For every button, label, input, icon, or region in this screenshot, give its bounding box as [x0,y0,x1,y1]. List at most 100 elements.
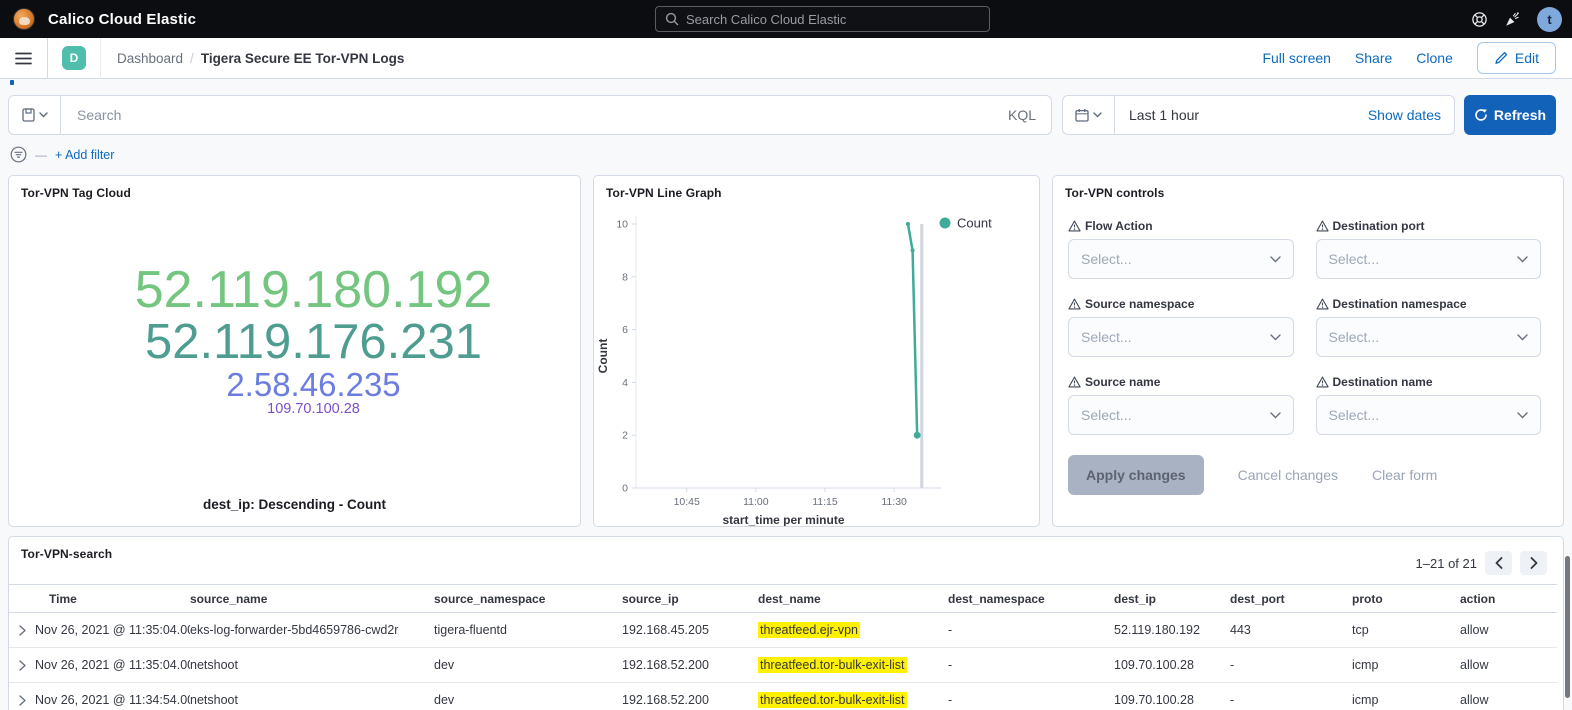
calendar-icon [1075,108,1089,122]
svg-text:11:30: 11:30 [881,496,907,508]
kql-syntax-toggle[interactable]: KQL [1008,107,1036,123]
query-input-placeholder[interactable]: Search [77,107,121,123]
chevron-down-icon [39,112,48,118]
cell-dest-port: - [1230,683,1352,710]
tag-cloud-term[interactable]: 109.70.100.28 [267,402,360,417]
refresh-button[interactable]: Refresh [1464,95,1556,135]
newsfeed-party-popper-icon[interactable] [1504,11,1521,28]
previous-page-button[interactable] [1485,551,1512,575]
column-header-dest-port[interactable]: dest_port [1230,585,1352,613]
cancel-changes-button[interactable]: Cancel changes [1238,467,1338,483]
cell-dest-namespace: - [948,648,1114,683]
column-header-action[interactable]: action [1460,585,1557,613]
breadcrumb: Dashboard / Tigera Secure EE Tor-VPN Log… [117,51,404,66]
chevron-down-icon [1517,412,1528,419]
cell-dest-ip: 109.70.100.28 [1114,683,1230,710]
tag-cloud: 52.119.180.19252.119.176.2312.58.46.2351… [9,198,580,482]
svg-text:11:15: 11:15 [812,496,838,508]
cell-action: allow [1460,613,1557,648]
edit-button[interactable]: Edit [1477,42,1556,74]
highlighted-dest-name: threatfeed.tor-bulk-exit-list [758,692,907,708]
table-scrollbar-thumb[interactable] [1565,556,1570,698]
svg-text:11:00: 11:00 [743,496,769,508]
saved-query-icon [22,108,35,122]
full-screen-button[interactable]: Full screen [1262,50,1330,66]
search-results-panel: Tor-VPN-search 1–21 of 21 Time source_na… [8,536,1564,710]
user-avatar[interactable]: t [1537,7,1562,32]
panel-title: Tor-VPN-search [9,537,1563,561]
highlighted-dest-name: threatfeed.tor-bulk-exit-list [758,657,907,673]
control-field: Destination port Select... [1316,219,1542,279]
table-row: Nov 26, 2021 @ 11:34:54.000 netshoot dev… [9,683,1557,710]
cell-dest-namespace: - [948,613,1114,648]
breadcrumb-dashboard-link[interactable]: Dashboard [117,51,183,66]
cell-time: Nov 26, 2021 @ 11:35:04.000 [35,648,190,683]
svg-text:4: 4 [622,377,628,389]
control-field: Destination namespaceSelect... [1316,297,1542,357]
control-select[interactable]: Select... [1068,395,1294,435]
next-page-button[interactable] [1520,551,1547,575]
cell-proto: icmp [1352,683,1460,710]
cell-proto: tcp [1352,613,1460,648]
clear-form-button[interactable]: Clear form [1372,467,1437,483]
column-header-dest-namespace[interactable]: dest_namespace [948,585,1114,613]
warning-triangle-icon [1068,298,1081,310]
expander-column-header [9,585,35,613]
column-header-source-ip[interactable]: source_ip [622,585,758,613]
date-quick-select-button[interactable] [1063,96,1115,134]
row-expand-chevron-icon[interactable] [9,613,35,648]
tag-cloud-term[interactable]: 52.119.176.231 [145,317,482,368]
control-select[interactable]: Select... [1068,239,1294,279]
filter-dash: — [35,148,47,162]
cell-dest-name: threatfeed.ejr-vpn [758,613,948,648]
svg-text:Count: Count [596,339,610,374]
control-select[interactable]: Select... [1316,395,1542,435]
search-icon [665,12,679,26]
column-header-time[interactable]: Time [35,585,190,613]
show-dates-button[interactable]: Show dates [1368,107,1441,123]
cell-source-ip: 192.168.45.205 [622,613,758,648]
control-select[interactable]: Select... [1316,239,1542,279]
share-button[interactable]: Share [1355,50,1392,66]
control-select[interactable]: Select... [1068,317,1294,357]
add-filter-button[interactable]: + Add filter [55,148,114,162]
date-picker[interactable]: Last 1 hour Show dates [1062,95,1455,135]
chevron-down-icon [1270,256,1281,263]
control-field: Source nameSelect... [1068,375,1294,435]
clone-button[interactable]: Clone [1416,50,1453,66]
filter-icon[interactable] [10,146,27,163]
kql-search-bar[interactable]: Search KQL [8,95,1052,135]
hamburger-menu-icon[interactable] [0,38,48,79]
global-search-input[interactable]: Search Calico Cloud Elastic [655,6,990,32]
warning-triangle-icon [1316,376,1329,388]
chevron-down-icon [1270,334,1281,341]
column-header-dest-ip[interactable]: dest_ip [1114,585,1230,613]
warning-triangle-icon [1316,298,1329,310]
help-lifebuoy-icon[interactable] [1471,11,1488,28]
saved-query-menu-button[interactable] [9,96,61,134]
chevron-down-icon [1093,112,1102,118]
column-header-dest-name[interactable]: dest_name [758,585,948,613]
table-header-row: Time source_name source_namespace source… [9,585,1557,613]
apply-changes-button[interactable]: Apply changes [1068,455,1204,495]
svg-text:10:45: 10:45 [674,496,700,508]
cell-source-namespace: dev [434,683,622,710]
column-header-proto[interactable]: proto [1352,585,1460,613]
cell-source-name: eks-log-forwarder-5bd4659786-cwd2r [190,613,434,648]
control-field-label: Destination port [1333,219,1425,233]
select-placeholder: Select... [1329,329,1380,345]
select-placeholder: Select... [1329,407,1380,423]
tag-cloud-term[interactable]: 2.58.46.235 [226,368,400,402]
column-header-source-name[interactable]: source_name [190,585,434,613]
line-chart[interactable]: 024681010:4511:0011:1511:30Countstart_ti… [594,196,1039,526]
select-placeholder: Select... [1081,407,1132,423]
dashboard-app-badge: D [62,46,86,70]
control-select[interactable]: Select... [1316,317,1542,357]
svg-text:6: 6 [622,324,628,336]
cell-action: allow [1460,648,1557,683]
column-header-source-namespace[interactable]: source_namespace [434,585,622,613]
tag-cloud-term[interactable]: 52.119.180.192 [135,263,493,317]
row-expand-chevron-icon[interactable] [9,683,35,710]
row-expand-chevron-icon[interactable] [9,648,35,683]
time-range-value[interactable]: Last 1 hour [1129,107,1199,123]
